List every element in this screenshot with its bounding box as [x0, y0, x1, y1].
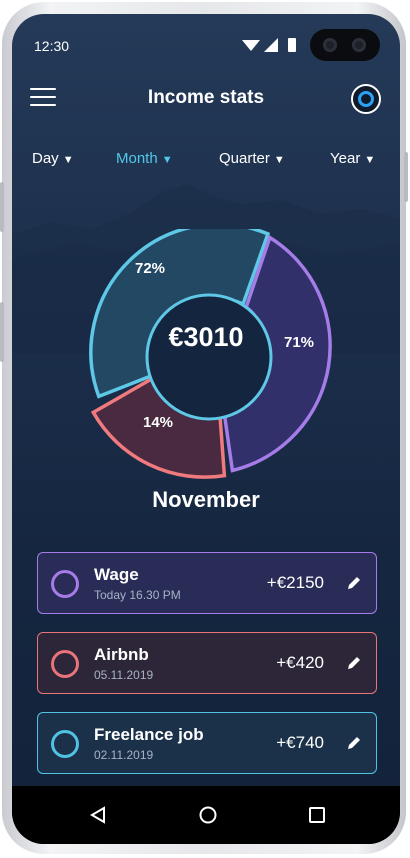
wifi-icon: [242, 40, 260, 51]
transaction-name: Wage: [94, 565, 139, 584]
front-camera: [310, 29, 380, 61]
period-tab-month[interactable]: Month ▼: [116, 150, 173, 167]
category-ring-icon: [51, 650, 79, 678]
month-label: November: [152, 487, 260, 512]
camera-lens-right: [352, 38, 366, 52]
category-ring-icon: [51, 570, 79, 598]
status-time: 12:30: [34, 38, 70, 54]
transaction-amount: +€740: [276, 733, 324, 752]
home-circle-icon[interactable]: [198, 805, 218, 825]
back-triangle-icon[interactable]: [89, 806, 107, 824]
pencil-icon[interactable]: [346, 655, 362, 671]
pencil-icon[interactable]: [346, 735, 362, 751]
bixby-button: [0, 302, 4, 362]
donut-center: [145, 293, 273, 421]
recents-square-icon[interactable]: [308, 806, 326, 824]
caret-down-icon: ▼: [62, 154, 74, 166]
signal-icon: [264, 38, 278, 52]
transaction-card-freelance[interactable]: Freelance job 02.11.2019 +€740: [37, 712, 377, 774]
status-icons: [242, 38, 296, 52]
caret-down-icon: ▼: [364, 154, 376, 166]
profile-avatar-icon[interactable]: [351, 84, 381, 114]
caret-down-icon: ▼: [273, 154, 285, 166]
transaction-amount: +€420: [276, 653, 324, 672]
system-nav-bar: [12, 786, 400, 844]
transaction-amount: +€2150: [266, 573, 324, 592]
transaction-date: 02.11.2019: [94, 748, 154, 762]
pencil-icon[interactable]: [346, 575, 362, 591]
period-tab-day[interactable]: Day ▼: [32, 150, 74, 167]
period-tab-year[interactable]: Year ▼: [330, 150, 375, 167]
status-bar: 12:30: [12, 14, 400, 76]
app-screen: 12:30 Income stats Day ▼ Month ▼ Quarter ▼: [12, 14, 400, 844]
volume-button: [0, 182, 4, 232]
income-donut-chart: [89, 229, 332, 479]
category-ring-icon: [51, 730, 79, 758]
total-income: €3010: [168, 322, 244, 352]
caret-down-icon: ▼: [161, 154, 173, 166]
transaction-date: Today 16.30 PM: [94, 588, 181, 602]
phone-frame: 12:30 Income stats Day ▼ Month ▼ Quarter ▼: [0, 2, 408, 854]
segment-label-cyan: 72%: [135, 260, 166, 277]
transaction-card-wage[interactable]: Wage Today 16.30 PM +€2150: [37, 552, 377, 614]
transaction-name: Airbnb: [94, 645, 149, 664]
transaction-name: Freelance job: [94, 725, 204, 744]
camera-lens-left: [323, 38, 337, 52]
page-title: Income stats: [147, 87, 265, 108]
battery-icon: [288, 38, 296, 52]
power-button: [404, 152, 408, 202]
period-tab-quarter[interactable]: Quarter ▼: [219, 150, 285, 167]
segment-label-red: 14%: [143, 414, 174, 431]
transaction-card-airbnb[interactable]: Airbnb 05.11.2019 +€420: [37, 632, 377, 694]
transaction-date: 05.11.2019: [94, 668, 154, 682]
